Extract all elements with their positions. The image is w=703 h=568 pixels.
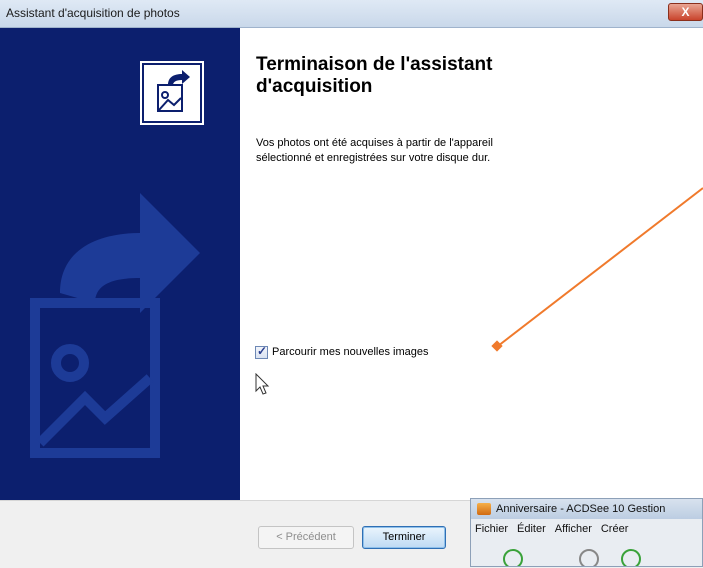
wizard-description: Vos photos ont été acquises à partir de … <box>256 136 606 166</box>
acdsee-menu-bar: Fichier Éditer Afficher Créer <box>471 519 702 539</box>
heading-line-1: Terminaison de l'assistant <box>256 54 493 75</box>
description-line-2: sélectionné et enregistrées sur votre di… <box>256 152 491 164</box>
acdsee-window[interactable]: Anniversaire - ACDSee 10 Gestion Fichier… <box>470 498 703 567</box>
wizard-content: Terminaison de l'assistant d'acquisition… <box>240 28 703 500</box>
acdsee-toolbar <box>471 539 702 566</box>
menu-creer[interactable]: Créer <box>601 523 629 535</box>
wizard-heading: Terminaison de l'assistant d'acquisition <box>256 54 656 98</box>
acdsee-title: Anniversaire - ACDSee 10 Gestion <box>496 503 666 515</box>
photo-import-icon <box>140 61 204 125</box>
browse-images-option[interactable]: ✓ Parcourir mes nouvelles images <box>255 344 429 360</box>
title-bar: Assistant d'acquisition de photos X <box>0 0 703 28</box>
heading-line-2: d'acquisition <box>256 76 373 97</box>
previous-button[interactable]: < Précédent <box>258 526 354 549</box>
browse-images-label[interactable]: Parcourir mes nouvelles images <box>272 346 429 358</box>
mouse-pointer-icon <box>255 373 270 395</box>
checkmark-icon: ✓ <box>257 343 268 358</box>
stop-nav-icon[interactable] <box>579 549 599 566</box>
close-button[interactable]: X <box>668 3 703 21</box>
menu-editer[interactable]: Éditer <box>517 523 546 535</box>
forward-nav-icon[interactable] <box>621 549 641 566</box>
acdsee-title-bar[interactable]: Anniversaire - ACDSee 10 Gestion <box>471 499 702 519</box>
back-nav-icon[interactable] <box>503 549 523 566</box>
browse-images-checkbox[interactable]: ✓ <box>255 343 268 359</box>
window-title: Assistant d'acquisition de photos <box>6 6 180 20</box>
menu-fichier[interactable]: Fichier <box>475 523 508 535</box>
menu-afficher[interactable]: Afficher <box>555 523 592 535</box>
finish-button[interactable]: Terminer <box>362 526 446 549</box>
large-photo-arrow-icon <box>30 193 200 458</box>
wizard-banner <box>0 28 240 500</box>
description-line-1: Vos photos ont été acquises à partir de … <box>256 137 493 149</box>
acdsee-app-icon <box>477 503 491 515</box>
